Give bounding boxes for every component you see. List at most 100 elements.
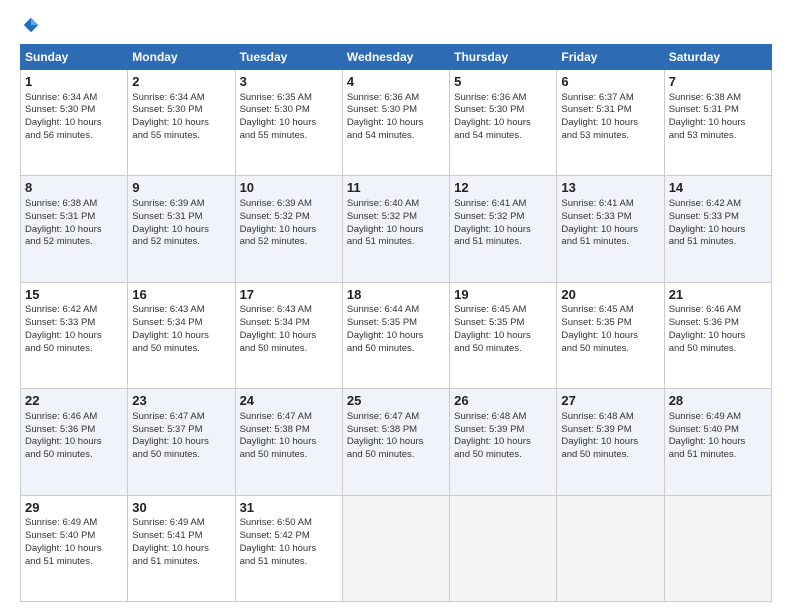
day-info: and 50 minutes.	[240, 343, 338, 356]
day-number: 12	[454, 179, 552, 197]
day-info: Sunset: 5:30 PM	[25, 104, 123, 117]
day-info: Sunrise: 6:48 AM	[454, 411, 552, 424]
day-info: and 53 minutes.	[669, 130, 767, 143]
day-info: Daylight: 10 hours	[347, 224, 445, 237]
day-info: Sunset: 5:40 PM	[25, 530, 123, 543]
day-number: 20	[561, 286, 659, 304]
day-info: Sunrise: 6:38 AM	[25, 198, 123, 211]
day-number: 27	[561, 392, 659, 410]
table-row: 12Sunrise: 6:41 AMSunset: 5:32 PMDayligh…	[450, 176, 557, 282]
col-monday: Monday	[128, 45, 235, 70]
day-info: Sunrise: 6:43 AM	[240, 304, 338, 317]
day-info: Sunrise: 6:38 AM	[669, 92, 767, 105]
day-info: Sunrise: 6:41 AM	[454, 198, 552, 211]
day-info: Sunrise: 6:49 AM	[132, 517, 230, 530]
col-tuesday: Tuesday	[235, 45, 342, 70]
day-info: Daylight: 10 hours	[132, 436, 230, 449]
table-row: 30Sunrise: 6:49 AMSunset: 5:41 PMDayligh…	[128, 495, 235, 601]
table-row	[342, 495, 449, 601]
day-number: 1	[25, 73, 123, 91]
day-info: and 50 minutes.	[132, 343, 230, 356]
table-row: 15Sunrise: 6:42 AMSunset: 5:33 PMDayligh…	[21, 282, 128, 388]
day-info: Sunrise: 6:36 AM	[347, 92, 445, 105]
day-info: Sunset: 5:40 PM	[669, 424, 767, 437]
table-row: 1Sunrise: 6:34 AMSunset: 5:30 PMDaylight…	[21, 70, 128, 176]
day-info: Daylight: 10 hours	[669, 330, 767, 343]
day-info: Sunset: 5:34 PM	[132, 317, 230, 330]
day-number: 13	[561, 179, 659, 197]
calendar-table: Sunday Monday Tuesday Wednesday Thursday…	[20, 44, 772, 602]
col-saturday: Saturday	[664, 45, 771, 70]
day-info: Daylight: 10 hours	[669, 224, 767, 237]
day-info: Daylight: 10 hours	[454, 117, 552, 130]
table-row: 22Sunrise: 6:46 AMSunset: 5:36 PMDayligh…	[21, 389, 128, 495]
table-row	[664, 495, 771, 601]
day-number: 24	[240, 392, 338, 410]
table-row: 28Sunrise: 6:49 AMSunset: 5:40 PMDayligh…	[664, 389, 771, 495]
day-info: and 51 minutes.	[25, 556, 123, 569]
day-info: and 55 minutes.	[132, 130, 230, 143]
day-info: and 56 minutes.	[25, 130, 123, 143]
day-info: Daylight: 10 hours	[561, 117, 659, 130]
day-info: Sunrise: 6:43 AM	[132, 304, 230, 317]
day-info: Sunrise: 6:48 AM	[561, 411, 659, 424]
day-info: Sunset: 5:33 PM	[561, 211, 659, 224]
day-info: Sunset: 5:37 PM	[132, 424, 230, 437]
day-info: and 53 minutes.	[561, 130, 659, 143]
table-row: 16Sunrise: 6:43 AMSunset: 5:34 PMDayligh…	[128, 282, 235, 388]
table-row: 17Sunrise: 6:43 AMSunset: 5:34 PMDayligh…	[235, 282, 342, 388]
day-info: and 50 minutes.	[454, 449, 552, 462]
table-row: 20Sunrise: 6:45 AMSunset: 5:35 PMDayligh…	[557, 282, 664, 388]
day-info: Sunrise: 6:49 AM	[669, 411, 767, 424]
day-info: and 50 minutes.	[561, 343, 659, 356]
day-info: Sunrise: 6:47 AM	[347, 411, 445, 424]
day-number: 16	[132, 286, 230, 304]
day-info: Sunrise: 6:34 AM	[25, 92, 123, 105]
col-thursday: Thursday	[450, 45, 557, 70]
day-info: Sunset: 5:42 PM	[240, 530, 338, 543]
day-number: 8	[25, 179, 123, 197]
day-info: and 50 minutes.	[669, 343, 767, 356]
day-info: Sunset: 5:31 PM	[132, 211, 230, 224]
day-info: Sunset: 5:30 PM	[132, 104, 230, 117]
day-info: Daylight: 10 hours	[240, 117, 338, 130]
table-row: 10Sunrise: 6:39 AMSunset: 5:32 PMDayligh…	[235, 176, 342, 282]
table-row: 29Sunrise: 6:49 AMSunset: 5:40 PMDayligh…	[21, 495, 128, 601]
day-info: Sunset: 5:38 PM	[347, 424, 445, 437]
day-info: Daylight: 10 hours	[347, 117, 445, 130]
day-info: and 50 minutes.	[132, 449, 230, 462]
table-row: 25Sunrise: 6:47 AMSunset: 5:38 PMDayligh…	[342, 389, 449, 495]
day-info: Daylight: 10 hours	[132, 117, 230, 130]
day-info: Daylight: 10 hours	[347, 330, 445, 343]
day-info: and 50 minutes.	[454, 343, 552, 356]
day-number: 25	[347, 392, 445, 410]
day-info: Sunrise: 6:35 AM	[240, 92, 338, 105]
day-number: 9	[132, 179, 230, 197]
day-info: Sunset: 5:39 PM	[454, 424, 552, 437]
day-info: Sunrise: 6:42 AM	[25, 304, 123, 317]
day-number: 30	[132, 499, 230, 517]
logo	[20, 16, 40, 34]
table-row: 24Sunrise: 6:47 AMSunset: 5:38 PMDayligh…	[235, 389, 342, 495]
day-info: Sunset: 5:33 PM	[669, 211, 767, 224]
day-info: Sunrise: 6:39 AM	[240, 198, 338, 211]
day-info: Daylight: 10 hours	[347, 436, 445, 449]
day-info: and 51 minutes.	[240, 556, 338, 569]
day-info: and 50 minutes.	[347, 449, 445, 462]
day-info: Sunrise: 6:49 AM	[25, 517, 123, 530]
day-info: Daylight: 10 hours	[240, 436, 338, 449]
table-row: 14Sunrise: 6:42 AMSunset: 5:33 PMDayligh…	[664, 176, 771, 282]
table-row: 4Sunrise: 6:36 AMSunset: 5:30 PMDaylight…	[342, 70, 449, 176]
col-wednesday: Wednesday	[342, 45, 449, 70]
day-info: Sunrise: 6:45 AM	[561, 304, 659, 317]
calendar-header-row: Sunday Monday Tuesday Wednesday Thursday…	[21, 45, 772, 70]
day-info: Daylight: 10 hours	[25, 330, 123, 343]
day-info: and 50 minutes.	[561, 449, 659, 462]
day-info: Sunset: 5:33 PM	[25, 317, 123, 330]
day-info: Daylight: 10 hours	[454, 330, 552, 343]
page: Sunday Monday Tuesday Wednesday Thursday…	[0, 0, 792, 612]
day-number: 3	[240, 73, 338, 91]
day-info: and 51 minutes.	[561, 236, 659, 249]
table-row	[557, 495, 664, 601]
day-info: and 54 minutes.	[454, 130, 552, 143]
